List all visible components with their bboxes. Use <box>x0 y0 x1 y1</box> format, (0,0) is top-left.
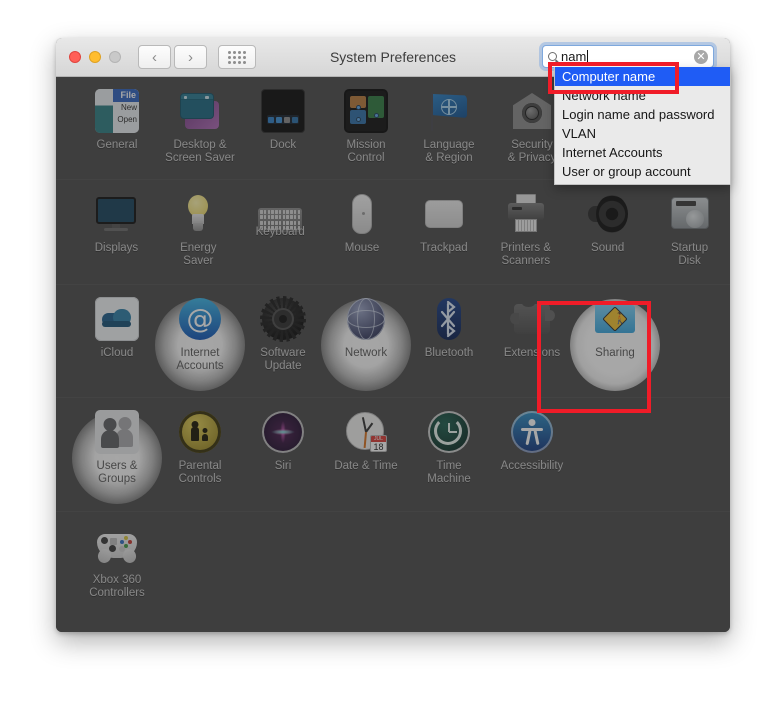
pref-item-network[interactable]: Network <box>325 297 407 397</box>
desktop-screensaver-icon <box>178 89 222 133</box>
pref-item-parental-controls[interactable]: Parental Controls <box>159 410 241 511</box>
pref-item-software-update[interactable]: Software Update <box>242 296 324 397</box>
displays-icon <box>94 192 138 236</box>
pref-item-label: Users & Groups <box>96 460 138 485</box>
pref-row-5: Xbox 360 Controllers <box>56 512 730 630</box>
pref-item-startup-disk[interactable]: Startup Disk <box>649 192 730 284</box>
pref-item-label: Printers & Scanners <box>500 242 552 267</box>
pref-item-siri[interactable]: Siri <box>242 410 324 511</box>
language-region-icon <box>427 89 471 133</box>
pref-item-printers-scanners[interactable]: Printers & Scanners <box>485 192 566 284</box>
annotation-box-computer-name <box>548 62 679 94</box>
pref-item-label: Network <box>344 347 388 359</box>
keyboard-icon <box>258 200 303 232</box>
software-update-icon <box>260 296 306 342</box>
pref-item-label: Trackpad <box>420 242 468 254</box>
suggestion-item-vlan[interactable]: VLAN <box>555 124 730 143</box>
pref-item-label: Mission Control <box>346 139 386 164</box>
pref-item-mouse[interactable]: Mouse <box>322 192 403 284</box>
pref-item-trackpad[interactable]: Trackpad <box>404 192 485 284</box>
pref-item-label: Time Machine <box>427 460 471 485</box>
pref-item-xbox-360-controllers[interactable]: Xbox 360 Controllers <box>76 524 158 630</box>
pref-item-general[interactable]: File New Open General <box>76 89 158 179</box>
pref-row-4: Users & Groups Parental Controls Siri JU… <box>56 398 730 512</box>
pref-item-label: Siri <box>274 460 292 472</box>
mission-control-icon <box>344 89 388 133</box>
pref-row-2: Displays Energy Saver Keyboard Mouse Tra… <box>56 180 730 285</box>
pref-item-dock[interactable]: Dock <box>242 89 324 179</box>
pref-item-internet-accounts[interactable]: @ Internet Accounts <box>159 297 241 397</box>
accessibility-icon <box>510 410 554 454</box>
pref-item-keyboard[interactable]: Keyboard <box>240 192 321 284</box>
pref-item-icloud[interactable]: iCloud <box>76 297 158 397</box>
sound-icon <box>586 192 630 236</box>
icloud-icon <box>95 297 139 341</box>
pref-item-sound[interactable]: Sound <box>567 192 648 284</box>
pref-item-label: Startup Disk <box>671 242 709 267</box>
clear-search-button[interactable]: ✕ <box>694 49 708 64</box>
date-time-icon: JUL 18 <box>344 410 388 454</box>
pref-item-desktop-screen-saver[interactable]: Desktop & Screen Saver <box>159 89 241 179</box>
calendar-day: 18 <box>373 442 384 452</box>
suggestion-item-user-or-group-account[interactable]: User or group account <box>555 162 730 181</box>
pref-item-label: Bluetooth <box>424 347 474 359</box>
pref-item-label: Mouse <box>344 242 380 254</box>
pref-item-label: Language & Region <box>423 139 475 164</box>
pref-item-label: Displays <box>94 242 139 254</box>
pref-item-displays[interactable]: Displays <box>76 192 157 284</box>
search-icon <box>548 52 557 61</box>
pref-item-label: Desktop & Screen Saver <box>165 139 235 164</box>
pref-item-label: Sound <box>591 242 625 254</box>
pref-item-label: General <box>96 139 138 151</box>
pref-item-energy-saver[interactable]: Energy Saver <box>158 192 239 284</box>
pref-item-mission-control[interactable]: Mission Control <box>325 89 407 179</box>
internet-accounts-icon: @ <box>178 297 222 341</box>
pref-item-date-time[interactable]: JUL 18 Date & Time <box>325 410 407 511</box>
network-icon <box>344 297 388 341</box>
pref-item-accessibility[interactable]: Accessibility <box>491 410 573 511</box>
pref-item-bluetooth[interactable]: Bluetooth <box>408 297 490 397</box>
pref-item-label: Dock <box>269 139 297 151</box>
pref-item-label: Security & Privacy <box>507 139 557 164</box>
xbox-360-controllers-icon <box>95 524 139 568</box>
siri-icon <box>261 410 305 454</box>
time-machine-icon <box>427 410 471 454</box>
bluetooth-icon <box>427 297 471 341</box>
pref-item-label: Energy Saver <box>180 242 217 267</box>
general-icon: File New Open <box>95 89 139 133</box>
security-privacy-icon <box>510 89 554 133</box>
dock-icon <box>261 89 305 133</box>
mouse-icon <box>340 192 384 236</box>
pref-item-label: Internet Accounts <box>176 347 224 372</box>
pref-item-label: Xbox 360 Controllers <box>89 574 145 599</box>
printers-scanners-icon <box>504 192 548 236</box>
pref-item-users-groups[interactable]: Users & Groups <box>76 410 158 511</box>
pref-item-label: Date & Time <box>334 460 398 472</box>
parental-controls-icon <box>178 410 222 454</box>
users-groups-icon <box>95 410 139 454</box>
pref-item-label: Parental Controls <box>178 460 222 485</box>
pref-item-time-machine[interactable]: Time Machine <box>408 410 490 511</box>
pref-item-label: Accessibility <box>500 460 564 472</box>
energy-saver-icon <box>176 192 220 236</box>
annotation-box-sharing <box>537 301 651 413</box>
pref-item-label: Software Update <box>260 347 306 372</box>
suggestion-item-login-name-and-password[interactable]: Login name and password <box>555 105 730 124</box>
pref-item-label: iCloud <box>100 347 134 359</box>
suggestion-item-internet-accounts[interactable]: Internet Accounts <box>555 143 730 162</box>
pref-item-label: Keyboard <box>255 226 305 238</box>
startup-disk-icon <box>668 192 712 236</box>
pref-item-language-region[interactable]: Language & Region <box>408 89 490 179</box>
trackpad-icon <box>422 192 466 236</box>
